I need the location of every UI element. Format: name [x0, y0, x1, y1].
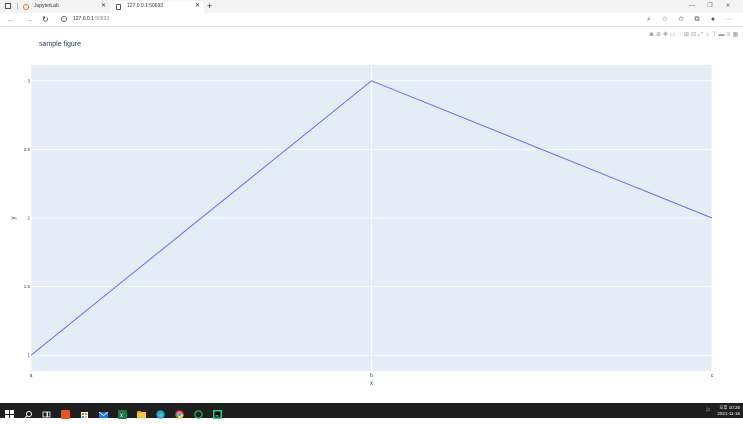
x-tick-label: b	[370, 373, 373, 379]
y-tick-label: 2	[27, 216, 30, 221]
language-indicator[interactable]: ⚐	[706, 407, 711, 414]
clock-date: 2021-11-16	[717, 410, 740, 416]
file-explorer-icon[interactable]	[137, 406, 146, 418]
search-icon[interactable]	[24, 406, 33, 419]
x-tick-label: a	[30, 373, 33, 379]
y-axis-label: y	[11, 217, 17, 220]
y-tick-labels: 1 1.5 2 2.5 3	[24, 78, 31, 357]
taskbar: x ⚐ 오후 10:25 2021-11-16	[0, 403, 743, 419]
y-tick-label: 3	[27, 78, 30, 83]
svg-text:x: x	[120, 413, 123, 419]
excel-icon[interactable]: x	[118, 406, 127, 419]
mail-icon[interactable]	[98, 406, 109, 418]
edge-icon[interactable]	[156, 406, 165, 419]
chrome-icon[interactable]	[175, 406, 184, 419]
y-tick-label: 2.5	[24, 147, 31, 152]
tray-clock[interactable]: 오후 10:25 2021-11-16	[717, 405, 740, 416]
y-tick-label: 1.5	[24, 284, 31, 289]
store-icon[interactable]	[80, 406, 89, 419]
clock-time: 오후 10:25	[719, 405, 740, 410]
windows-start-icon[interactable]	[5, 406, 14, 419]
spotify-icon[interactable]	[194, 406, 203, 419]
pycharm-icon[interactable]	[213, 406, 222, 419]
office-icon[interactable]	[61, 406, 70, 419]
task-view-icon[interactable]	[42, 406, 51, 418]
x-tick-labels: a b c	[30, 373, 714, 379]
x-axis-label: x	[370, 381, 373, 387]
plot-area[interactable]: 1 1.5 2 2.5 3 a b c y x	[0, 0, 743, 403]
x-tick-label: c	[711, 373, 714, 379]
y-tick-label: 1	[27, 353, 30, 358]
